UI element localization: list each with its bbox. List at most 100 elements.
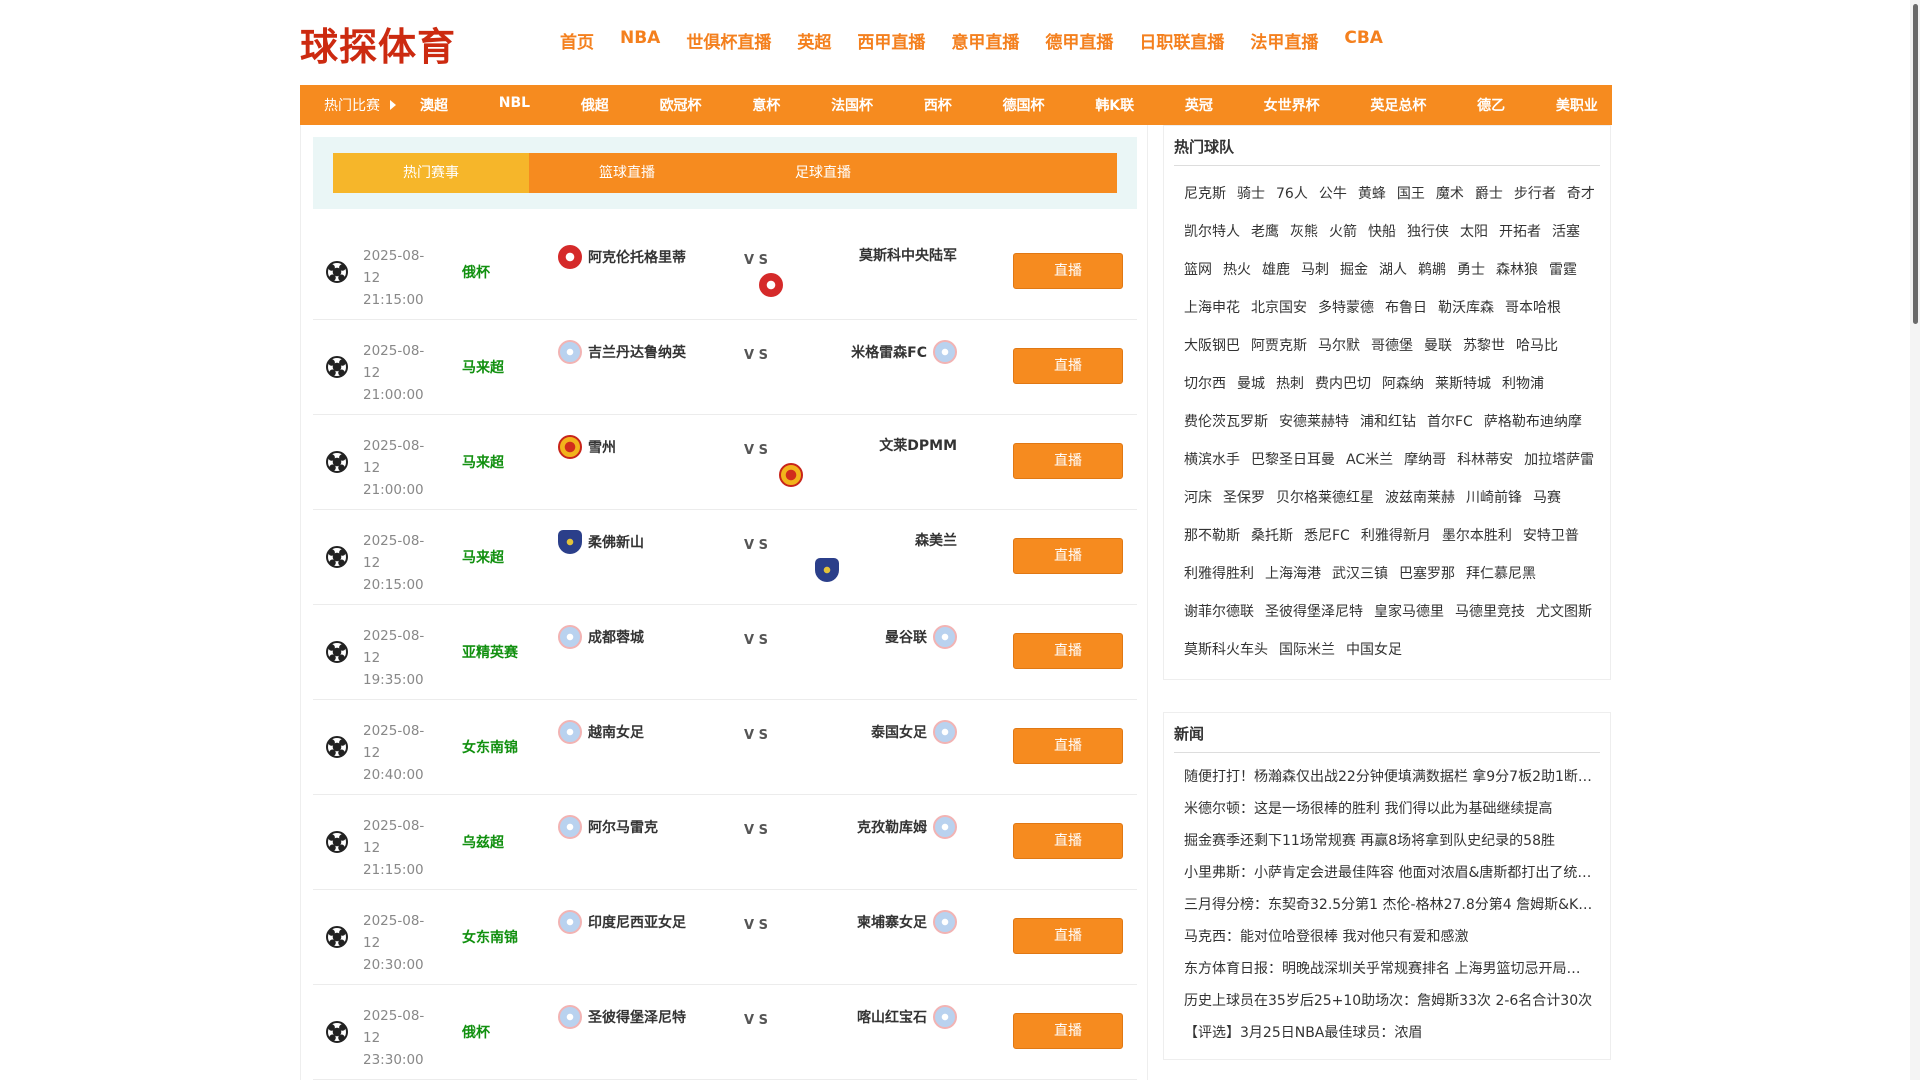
league-name[interactable]: 马来超	[462, 547, 504, 567]
tab-hot[interactable]: 热门赛事	[333, 153, 529, 193]
team-link[interactable]: 川崎前锋	[1466, 487, 1522, 507]
team-link[interactable]: 河床	[1184, 487, 1212, 507]
team-link[interactable]: 利雅得胜利	[1184, 563, 1254, 583]
team-link[interactable]: 篮网	[1184, 259, 1212, 279]
team-link[interactable]: 太阳	[1460, 221, 1488, 241]
hot-match-link[interactable]: 女世界杯	[1264, 95, 1320, 115]
team-link[interactable]: 马尔默	[1318, 335, 1360, 355]
team-link[interactable]: 哥本哈根	[1505, 297, 1561, 317]
team-link[interactable]: 萨格勒布迪纳摩	[1484, 411, 1582, 431]
hot-match-link[interactable]: 美职业	[1556, 95, 1598, 115]
team-link[interactable]: 尤文图斯	[1536, 601, 1592, 621]
home-team[interactable]: 阿克伦托格里蒂	[558, 245, 686, 269]
team-link[interactable]: 大阪钢巴	[1184, 335, 1240, 355]
team-link[interactable]: 76人	[1276, 183, 1308, 203]
team-link[interactable]: 黄蜂	[1358, 183, 1386, 203]
team-link[interactable]: 马德里竞技	[1455, 601, 1525, 621]
team-link[interactable]: 爵士	[1475, 183, 1503, 203]
live-button[interactable]: 直播	[1013, 728, 1123, 764]
team-link[interactable]: 湖人	[1379, 259, 1407, 279]
team-link[interactable]: 中国女足	[1346, 639, 1402, 659]
hot-match-link[interactable]: 德国杯	[1003, 95, 1045, 115]
team-link[interactable]: 浦和红钻	[1360, 411, 1416, 431]
team-link[interactable]: 拜仁慕尼黑	[1466, 563, 1536, 583]
top-nav-link[interactable]: 世俱杯直播	[686, 28, 771, 53]
team-link[interactable]: AC米兰	[1346, 449, 1393, 469]
team-link[interactable]: 独行侠	[1407, 221, 1449, 241]
team-link[interactable]: 火箭	[1329, 221, 1357, 241]
away-team[interactable]: 柬埔寨女足	[857, 910, 957, 934]
site-logo[interactable]: 球探体育	[300, 16, 456, 71]
hot-match-link[interactable]: 俄超	[581, 95, 609, 115]
team-link[interactable]: 墨尔本胜利	[1442, 525, 1512, 545]
team-link[interactable]: 鹈鹕	[1418, 259, 1446, 279]
team-link[interactable]: 巴塞罗那	[1399, 563, 1455, 583]
news-item[interactable]: 东方体育日报：明晚战深圳关乎常规赛排名 上海男篮切忌开局慢热	[1184, 953, 1594, 985]
team-link[interactable]: 开拓者	[1499, 221, 1541, 241]
away-team[interactable]: 文莱DPMM	[779, 435, 957, 487]
team-link[interactable]: 北京国安	[1251, 297, 1307, 317]
away-team[interactable]: 米格雷森FC	[851, 340, 957, 364]
team-link[interactable]: 上海海港	[1265, 563, 1321, 583]
news-item[interactable]: 随便打打！杨瀚森仅出战22分钟便填满数据栏 拿9分7板2助1断2帽	[1184, 761, 1594, 793]
live-button[interactable]: 直播	[1013, 918, 1123, 954]
team-link[interactable]: 哈马比	[1516, 335, 1558, 355]
away-team[interactable]: 森美兰	[815, 530, 957, 582]
league-name[interactable]: 乌兹超	[462, 832, 504, 852]
team-link[interactable]: 多特蒙德	[1318, 297, 1374, 317]
home-team[interactable]: 成都蓉城	[558, 625, 644, 649]
team-link[interactable]: 灰熊	[1290, 221, 1318, 241]
away-team[interactable]: 克孜勒库姆	[857, 815, 957, 839]
tab-football[interactable]: 足球直播	[725, 153, 921, 193]
team-link[interactable]: 曼城	[1237, 373, 1265, 393]
team-link[interactable]: 步行者	[1514, 183, 1556, 203]
team-link[interactable]: 马赛	[1533, 487, 1561, 507]
live-button[interactable]: 直播	[1013, 538, 1123, 574]
top-nav-link[interactable]: 意甲直播	[951, 28, 1019, 53]
team-link[interactable]: 摩纳哥	[1404, 449, 1446, 469]
team-link[interactable]: 森林狼	[1496, 259, 1538, 279]
team-link[interactable]: 曼联	[1424, 335, 1452, 355]
team-link[interactable]: 横滨水手	[1184, 449, 1240, 469]
team-link[interactable]: 老鹰	[1251, 221, 1279, 241]
home-team[interactable]: 阿尔马雷克	[558, 815, 658, 839]
team-link[interactable]: 圣保罗	[1223, 487, 1265, 507]
home-team[interactable]: 越南女足	[558, 720, 644, 744]
team-link[interactable]: 桑托斯	[1251, 525, 1293, 545]
top-nav-link[interactable]: 首页	[560, 28, 594, 53]
league-name[interactable]: 亚精英赛	[462, 642, 518, 662]
team-link[interactable]: 活塞	[1552, 221, 1580, 241]
home-team[interactable]: 柔佛新山	[558, 530, 644, 554]
live-button[interactable]: 直播	[1013, 633, 1123, 669]
team-link[interactable]: 勇士	[1457, 259, 1485, 279]
team-link[interactable]: 波兹南莱赫	[1385, 487, 1455, 507]
hot-match-link[interactable]: 西杯	[924, 95, 952, 115]
hot-match-label[interactable]: 热门比赛	[300, 95, 410, 115]
news-item[interactable]: 【评选】3月25日NBA最佳球员：浓眉	[1184, 1017, 1594, 1049]
news-item[interactable]: 小里弗斯：小萨肯定会进最佳阵容 他面对浓眉&唐斯都打出了统治力	[1184, 857, 1594, 889]
hot-match-link[interactable]: NBL	[499, 95, 530, 115]
team-link[interactable]: 热火	[1223, 259, 1251, 279]
hot-match-link[interactable]: 英冠	[1185, 95, 1213, 115]
hot-match-link[interactable]: 意杯	[752, 95, 780, 115]
team-link[interactable]: 公牛	[1319, 183, 1347, 203]
team-link[interactable]: 安特卫普	[1523, 525, 1579, 545]
top-nav-link[interactable]: NBA	[620, 28, 660, 53]
league-name[interactable]: 马来超	[462, 357, 504, 377]
live-button[interactable]: 直播	[1013, 253, 1123, 289]
live-button[interactable]: 直播	[1013, 823, 1123, 859]
team-link[interactable]: 马刺	[1301, 259, 1329, 279]
hot-match-link[interactable]: 欧冠杯	[660, 95, 702, 115]
team-link[interactable]: 武汉三镇	[1332, 563, 1388, 583]
team-link[interactable]: 悉尼FC	[1304, 525, 1350, 545]
scrollbar-thumb[interactable]	[1913, 4, 1918, 324]
team-link[interactable]: 凯尔特人	[1184, 221, 1240, 241]
home-team[interactable]: 印度尼西亚女足	[558, 910, 686, 934]
team-link[interactable]: 皇家马德里	[1374, 601, 1444, 621]
live-button[interactable]: 直播	[1013, 1013, 1123, 1049]
hot-match-link[interactable]: 德乙	[1477, 95, 1505, 115]
hot-match-link[interactable]: 英足总杯	[1370, 95, 1426, 115]
team-link[interactable]: 热刺	[1276, 373, 1304, 393]
team-link[interactable]: 安德莱赫特	[1279, 411, 1349, 431]
team-link[interactable]: 莫斯科火车头	[1184, 639, 1268, 659]
